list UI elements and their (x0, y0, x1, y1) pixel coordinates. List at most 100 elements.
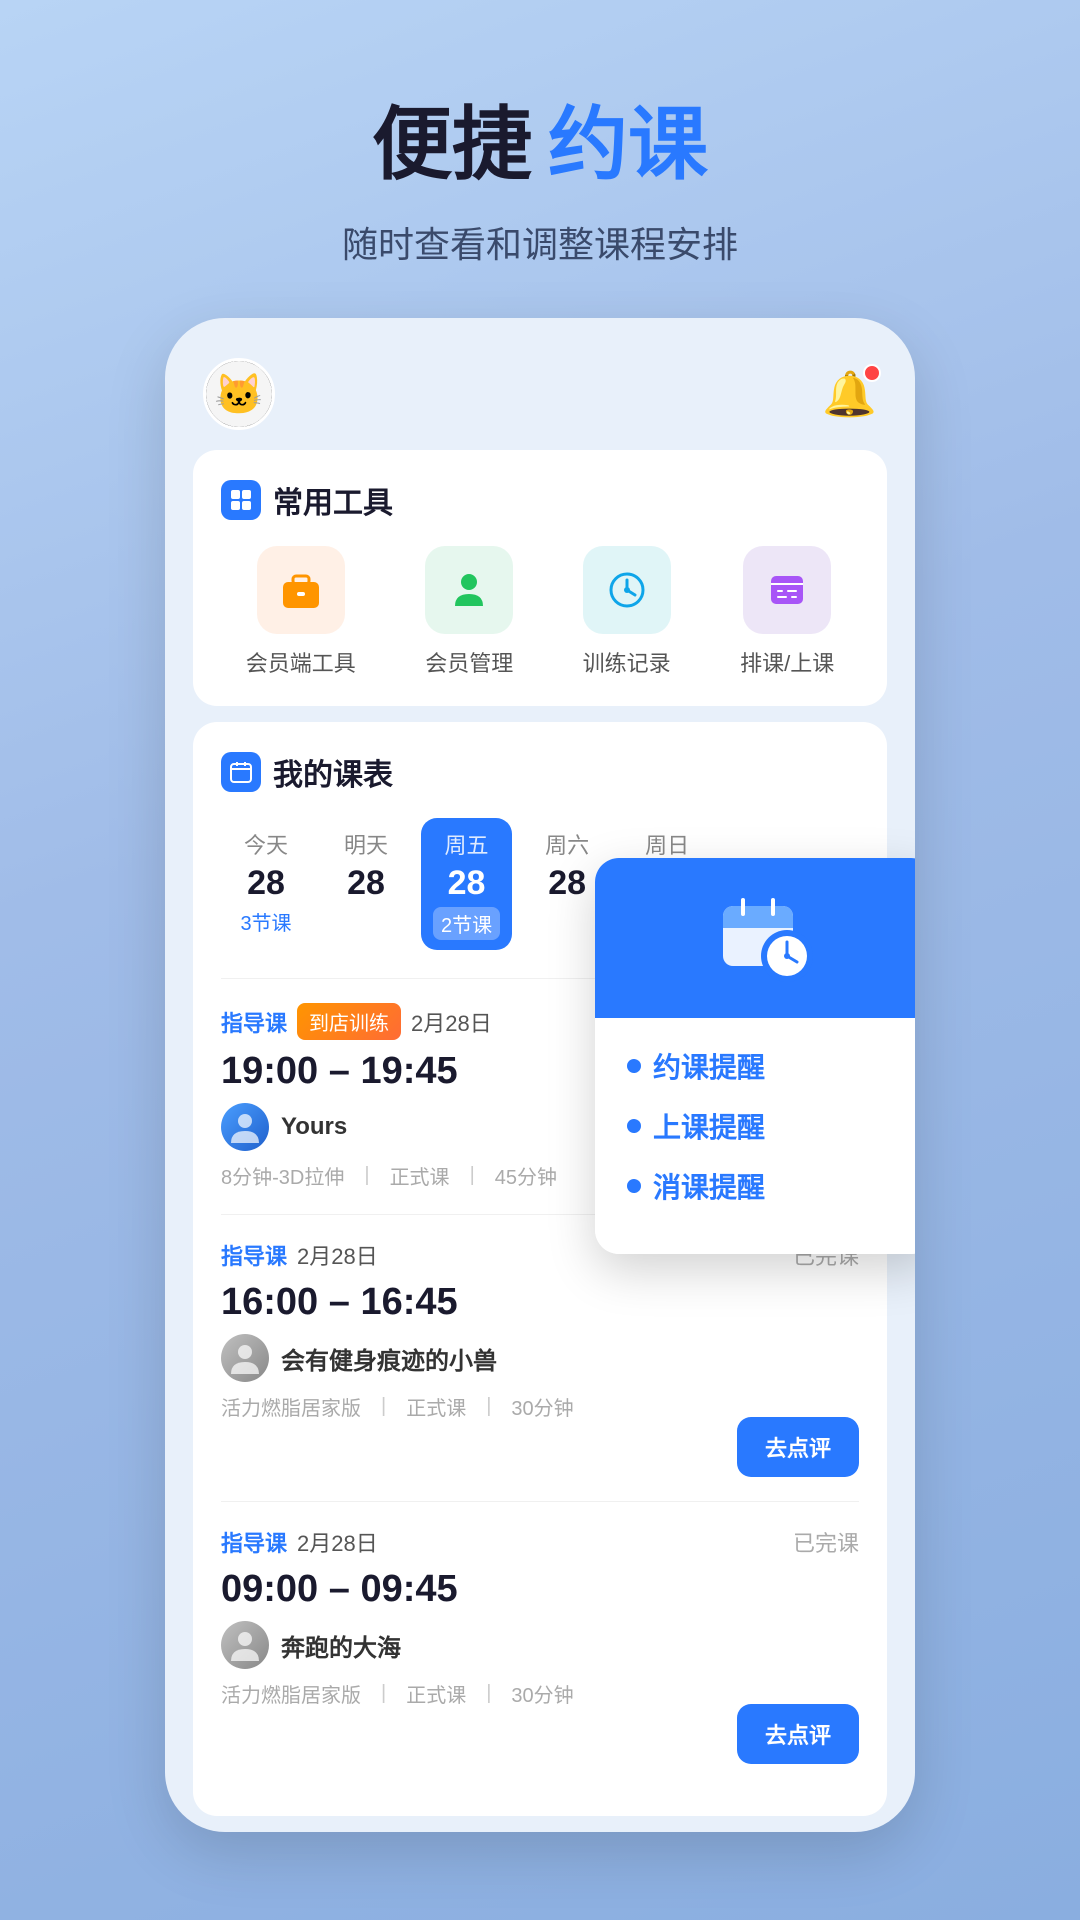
class-duration-2: 30分钟 (511, 1392, 573, 1421)
tool-icon-member-tool (257, 546, 345, 634)
tools-section-title: 常用工具 (273, 478, 393, 522)
day-name-sunday: 周日 (645, 828, 689, 860)
schedule-section-title: 我的课表 (273, 750, 393, 794)
day-number-saturday: 28 (548, 864, 586, 903)
class-warmup-3: 活力燃脂居家版 (221, 1679, 361, 1708)
separator-3a: | (381, 1679, 386, 1708)
trainer-person-icon-1 (227, 1109, 263, 1145)
separator-2a: | (381, 1392, 386, 1421)
class-duration-3: 30分钟 (511, 1679, 573, 1708)
popup-header (595, 858, 915, 1018)
popup-dot-1 (627, 1059, 641, 1073)
header-title: 便捷 约课 (342, 80, 738, 196)
tools-section-header: 常用工具 (221, 478, 859, 522)
tools-section: 常用工具 会员端工具 (193, 450, 887, 706)
class-status-3: 已完课 (793, 1526, 859, 1558)
schedule-section-icon (221, 752, 261, 792)
popup-dot-2 (627, 1119, 641, 1133)
popup-text-2: 上课提醒 (653, 1106, 765, 1146)
popup-text-3: 消课提醒 (653, 1166, 765, 1206)
class-date-2: 2月28日 (297, 1239, 378, 1271)
notification-bell[interactable]: 🔔 (822, 368, 877, 420)
tool-icon-training-record (583, 546, 671, 634)
header-subtitle: 随时查看和调整课程安排 (342, 216, 738, 268)
phone-mockup: 🐱 🔔 常用工具 (165, 318, 915, 1832)
avatar-image: 🐱 (206, 361, 272, 427)
trainer-name-1: Yours (281, 1113, 347, 1141)
day-name-friday: 周五 (445, 828, 489, 860)
tool-item-member-tool[interactable]: 会员端工具 (246, 546, 356, 678)
tool-icon-member-manage (425, 546, 513, 634)
separator-1a: | (364, 1161, 369, 1190)
popup-dot-3 (627, 1179, 641, 1193)
tag-guide-2: 指导课 (221, 1239, 287, 1271)
person-icon (447, 568, 491, 612)
class-warmup-1: 8分钟-3D拉伸 (221, 1161, 344, 1190)
popup-body: 约课提醒 上课提醒 消课提醒 (595, 1018, 915, 1254)
class-date-1: 2月28日 (411, 1006, 492, 1038)
class-type-1: 正式课 (390, 1161, 450, 1190)
day-name-saturday: 周六 (545, 828, 589, 860)
class-warmup-2: 活力燃脂居家版 (221, 1392, 361, 1421)
tool-label-training-record: 训练记录 (583, 646, 671, 678)
phone-topbar: 🐱 🔔 (193, 348, 887, 450)
day-tab-today[interactable]: 今天 28 3节课 (221, 818, 311, 950)
separator-2b: | (486, 1392, 491, 1421)
popup-text-1: 约课提醒 (653, 1046, 765, 1086)
tag-store-1: 到店训练 (297, 1003, 401, 1040)
day-lessons-today: 3节课 (240, 907, 291, 936)
class-type-2: 正式课 (406, 1392, 466, 1421)
day-tab-tomorrow[interactable]: 明天 28 (321, 818, 411, 950)
tag-guide-3: 指导课 (221, 1526, 287, 1558)
popup-calendar-clock-icon (715, 888, 815, 988)
day-tab-friday[interactable]: 周五 28 2节课 (421, 818, 512, 950)
separator-3b: | (486, 1679, 491, 1708)
popup-item-2: 上课提醒 (627, 1106, 903, 1146)
grid-icon (229, 488, 253, 512)
notification-badge (863, 364, 881, 382)
trainer-name-2: 会有健身痕迹的小兽 (281, 1341, 497, 1376)
tool-icon-schedule-class (743, 546, 831, 634)
class-time-2: 16:00 – 16:45 (221, 1281, 859, 1324)
tool-item-schedule-class[interactable]: 排课/上课 (740, 546, 834, 678)
schedule-icon (229, 760, 253, 784)
tool-item-training-record[interactable]: 训练记录 (583, 546, 671, 678)
briefcase-icon (279, 568, 323, 612)
trainer-row-2: 会有健身痕迹的小兽 (221, 1334, 859, 1382)
class-card-3: 已完课 指导课 2月28日 09:00 – 09:45 奔跑的大海 (221, 1501, 859, 1788)
header-title-black: 便捷 (372, 80, 532, 196)
trainer-avatar-3 (221, 1621, 269, 1669)
tool-grid: 会员端工具 会员管理 (221, 546, 859, 678)
review-button-2[interactable]: 去点评 (737, 1417, 859, 1477)
day-number-tomorrow: 28 (347, 864, 385, 903)
day-name-tomorrow: 明天 (344, 828, 388, 860)
day-number-today: 28 (247, 864, 285, 903)
class-duration-1: 45分钟 (495, 1161, 557, 1190)
trainer-avatar-2 (221, 1334, 269, 1382)
tool-label-member-tool: 会员端工具 (246, 646, 356, 678)
popup-item-3: 消课提醒 (627, 1166, 903, 1206)
review-button-3[interactable]: 去点评 (737, 1704, 859, 1764)
avatar: 🐱 (203, 358, 275, 430)
tool-item-member-manage[interactable]: 会员管理 (425, 546, 513, 678)
class-time-3: 09:00 – 09:45 (221, 1568, 859, 1611)
trainer-avatar-1 (221, 1103, 269, 1151)
day-name-today: 今天 (244, 828, 288, 860)
tool-label-member-manage: 会员管理 (425, 646, 513, 678)
schedule-section-header: 我的课表 (221, 750, 859, 794)
class-date-3: 2月28日 (297, 1526, 378, 1558)
header-title-blue: 约课 (548, 80, 708, 196)
tools-section-icon (221, 480, 261, 520)
class-type-3: 正式课 (406, 1679, 466, 1708)
trainer-person-icon-2 (227, 1340, 263, 1376)
clock-icon (605, 568, 649, 612)
trainer-person-icon-3 (227, 1627, 263, 1663)
day-lessons-friday: 2节课 (433, 907, 500, 940)
reminder-popup: 约课提醒 上课提醒 消课提醒 (595, 858, 915, 1254)
class-tags-3: 指导课 2月28日 (221, 1526, 859, 1558)
day-number-friday: 28 (448, 864, 486, 903)
trainer-row-3: 奔跑的大海 (221, 1621, 859, 1669)
separator-1b: | (470, 1161, 475, 1190)
calendar-list-icon (765, 568, 809, 612)
trainer-name-3: 奔跑的大海 (281, 1628, 401, 1663)
